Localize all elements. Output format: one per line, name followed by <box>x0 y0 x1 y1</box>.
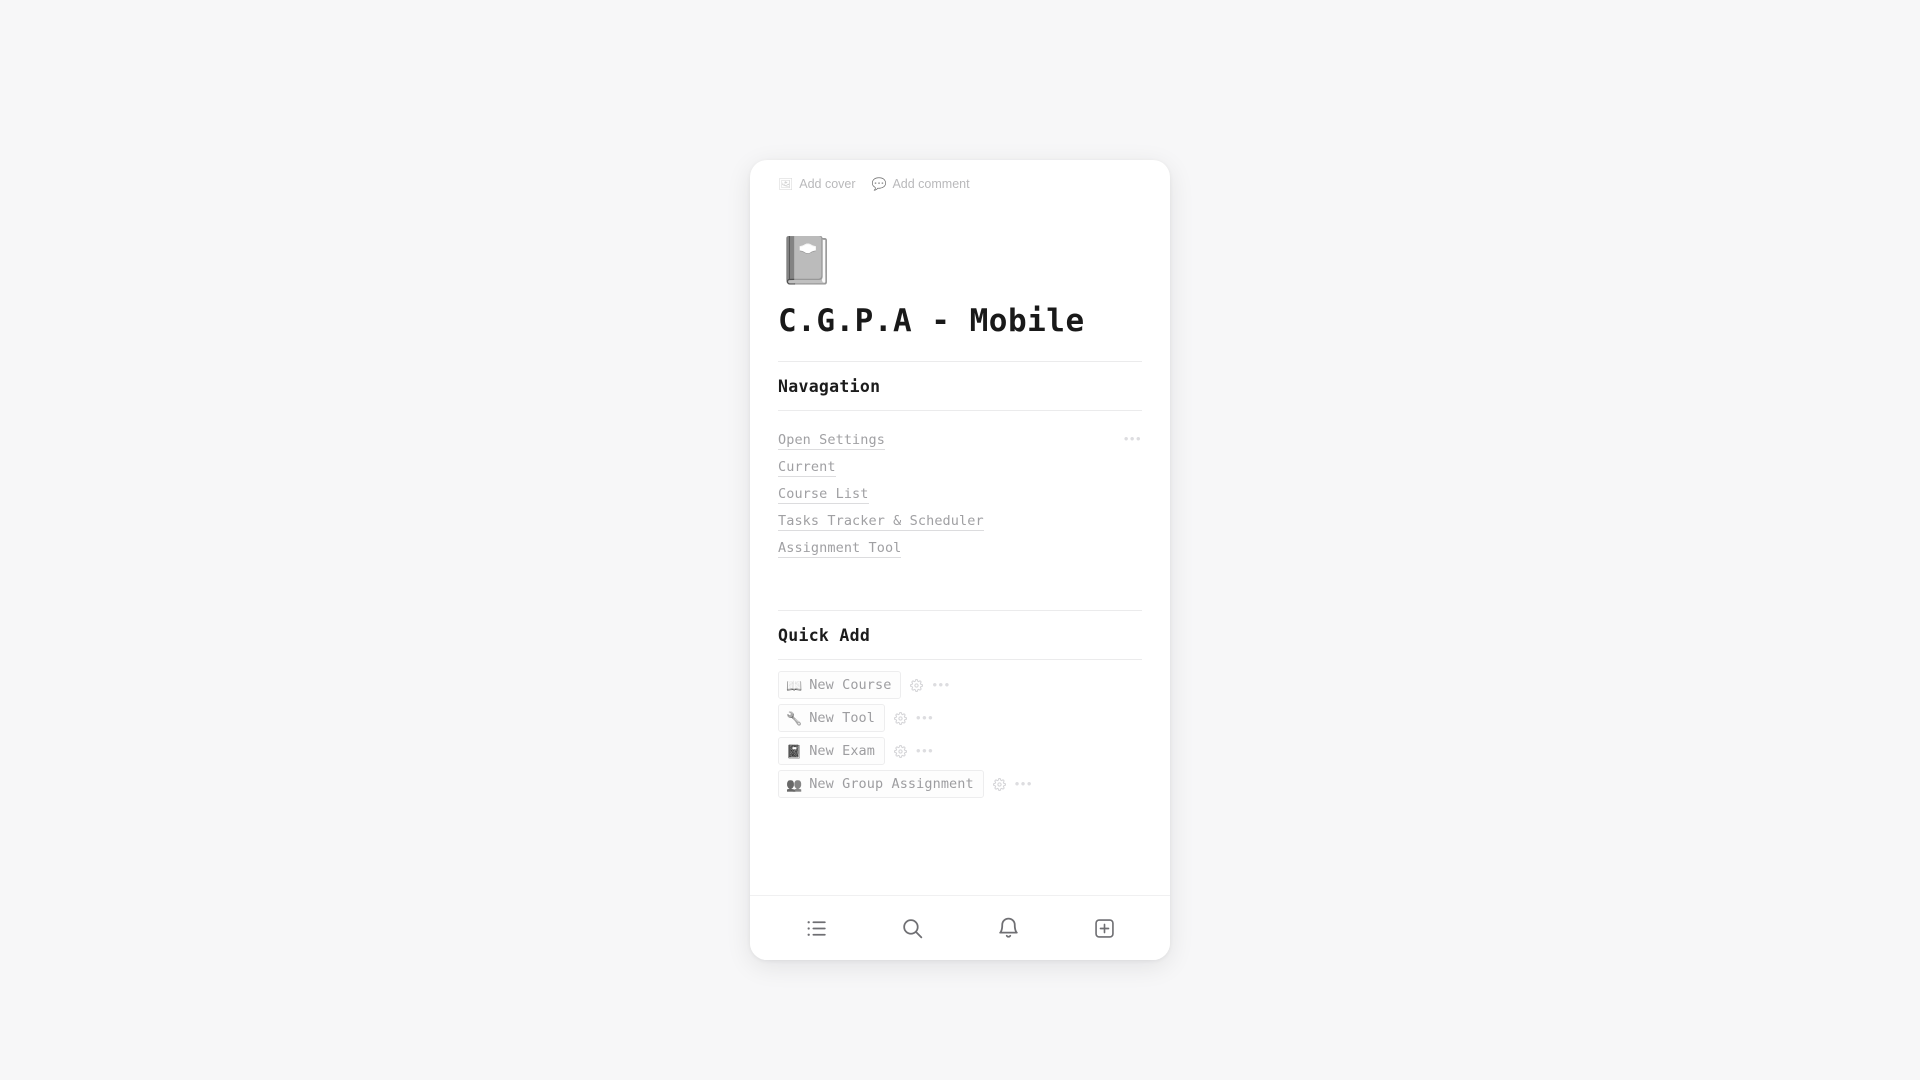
add-cover-label: Add cover <box>799 177 856 191</box>
quick-add-label: New Group Assignment <box>809 776 974 792</box>
notebook-icon: 📓 <box>786 743 803 759</box>
search-icon <box>900 916 925 941</box>
bottom-nav-search-button[interactable] <box>892 908 932 948</box>
add-cover-button[interactable]: 🖼 Add cover <box>778 177 856 191</box>
navigation-heading: Navagation <box>778 377 881 396</box>
comment-icon: 💬 <box>871 177 887 191</box>
bottom-nav-notifications-button[interactable] <box>988 908 1028 948</box>
quick-add-item-new-exam[interactable]: 📓 New Exam ••• <box>778 737 1142 765</box>
quick-add-chip[interactable]: 📖 New Course <box>778 671 902 699</box>
quick-add-label: New Course <box>809 677 892 693</box>
quick-add-item-new-group-assignment[interactable]: 👥 New Group Assignment ••• <box>778 770 1142 798</box>
add-comment-label: Add comment <box>892 177 970 191</box>
nav-link-label[interactable]: Tasks Tracker & Scheduler <box>778 512 984 531</box>
quick-add-item-new-tool[interactable]: 🔧 New Tool ••• <box>778 704 1142 732</box>
list-icon <box>804 916 829 941</box>
page-actions-toolbar: 🖼 Add cover 💬 Add comment <box>750 160 1170 191</box>
wrench-icon: 🔧 <box>786 710 803 726</box>
screen-canvas: 🖼 Add cover 💬 Add comment 📔 C.G.P.A - Mo… <box>0 0 1920 1080</box>
nav-item-assignment-tool[interactable]: Assignment Tool <box>778 535 1142 561</box>
people-group-icon: 👥 <box>786 776 803 792</box>
add-comment-button[interactable]: 💬 Add comment <box>872 177 970 191</box>
quick-add-chip[interactable]: 👥 New Group Assignment <box>778 770 984 798</box>
bottom-nav-menu-button[interactable] <box>796 908 836 948</box>
nav-link-label[interactable]: Current <box>778 458 836 477</box>
row-menu-icon[interactable]: ••• <box>916 744 934 757</box>
nav-item-current[interactable]: Current <box>778 454 1142 480</box>
row-menu-icon[interactable]: ••• <box>1015 777 1033 790</box>
nav-item-open-settings[interactable]: Open Settings ••• <box>778 427 1142 453</box>
image-icon: 🖼 <box>778 177 794 191</box>
mobile-preview-card: 🖼 Add cover 💬 Add comment 📔 C.G.P.A - Mo… <box>750 160 1170 960</box>
bottom-nav-create-button[interactable] <box>1084 908 1124 948</box>
quick-add-heading: Quick Add <box>778 626 871 645</box>
navigation-spacer <box>778 562 1142 610</box>
quick-add-chip[interactable]: 🔧 New Tool <box>778 704 886 732</box>
quick-add-label: New Exam <box>809 743 876 759</box>
bottom-navigation-bar <box>750 895 1170 960</box>
open-book-icon: 📖 <box>786 677 803 693</box>
gear-icon[interactable] <box>992 777 1006 791</box>
page-icon[interactable]: 📔 <box>778 233 835 287</box>
row-menu-icon[interactable]: ••• <box>1124 430 1142 448</box>
quick-add-item-new-course[interactable]: 📖 New Course ••• <box>778 671 1142 699</box>
nav-item-tasks-tracker-scheduler[interactable]: Tasks Tracker & Scheduler <box>778 508 1142 534</box>
navigation-list: Open Settings ••• Current Course List Ta… <box>778 411 1142 610</box>
nav-link-label[interactable]: Assignment Tool <box>778 539 902 558</box>
nav-link-label[interactable]: Course List <box>778 485 869 504</box>
quick-add-chip[interactable]: 📓 New Exam <box>778 737 886 765</box>
page-title[interactable]: C.G.P.A - Mobile <box>778 303 1170 339</box>
page-content: 🖼 Add cover 💬 Add comment 📔 C.G.P.A - Mo… <box>750 160 1170 895</box>
nav-item-course-list[interactable]: Course List <box>778 481 1142 507</box>
gear-icon[interactable] <box>910 678 924 692</box>
row-menu-icon[interactable]: ••• <box>916 711 934 724</box>
quick-add-list: 📖 New Course ••• 🔧 New Tool ••• 📓 New Ex… <box>778 660 1142 798</box>
nav-link-label[interactable]: Open Settings <box>778 431 885 450</box>
bell-icon <box>996 916 1021 941</box>
row-menu-icon[interactable]: ••• <box>932 678 950 691</box>
gear-icon[interactable] <box>894 711 908 725</box>
quick-add-label: New Tool <box>809 710 876 726</box>
gear-icon[interactable] <box>894 744 908 758</box>
plus-square-icon <box>1093 917 1116 940</box>
